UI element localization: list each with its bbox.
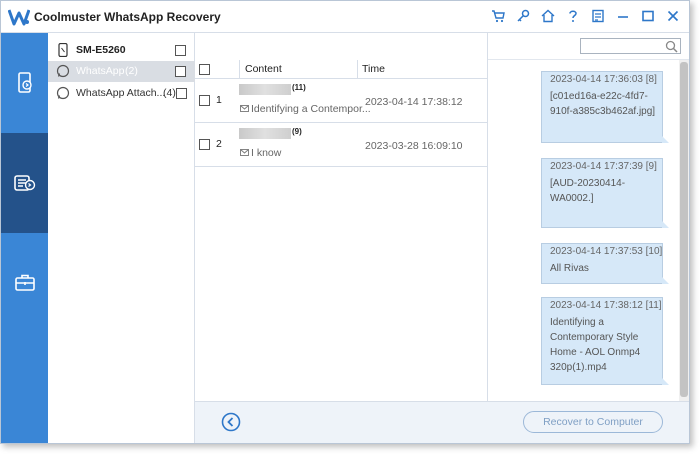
phone-recovery-icon	[17, 72, 32, 93]
tree-item-whatsapp-attachments[interactable]: WhatsApp Attach... (4)	[48, 83, 195, 104]
key-icon[interactable]	[515, 8, 531, 24]
cart-icon[interactable]	[490, 8, 506, 24]
message-bubble: 2023-04-14 17:36:03 [8] [c01ed16a-e22c-4…	[541, 71, 669, 143]
list-header: Content Time	[195, 60, 487, 79]
message-line: Identifying a	[550, 317, 604, 328]
app-title: Coolmuster WhatsApp Recovery	[34, 10, 221, 24]
maximize-icon[interactable]	[640, 8, 656, 24]
header-content[interactable]: Content	[245, 63, 282, 75]
message-timestamp: 2023-04-14 17:37:53	[550, 246, 643, 257]
toolbox-icon	[14, 274, 35, 291]
scrollbar-thumb[interactable]	[680, 62, 688, 397]
contact-name-redacted	[239, 128, 291, 139]
select-all-checkbox[interactable]	[199, 64, 210, 75]
nav-backup-recovery[interactable]	[1, 133, 48, 233]
message-timestamp: 2023-04-14 17:37:39	[550, 161, 643, 172]
search-icon	[665, 40, 678, 53]
category-tree: SM-E5260 WhatsApp (2) WhatsApp Attach...…	[48, 33, 195, 443]
nav-toolbox[interactable]	[1, 233, 48, 333]
tree-device-row[interactable]: SM-E5260	[48, 40, 195, 61]
minimize-icon[interactable]	[615, 8, 631, 24]
message-bubble: 2023-04-14 17:37:53 [10] All Rivas	[541, 243, 669, 284]
recover-to-computer-button[interactable]: Recover to Computer	[523, 411, 663, 433]
tree-item-whatsapp[interactable]: WhatsApp (2)	[48, 61, 195, 82]
message-line: 910f-a385c3b462af.jpg]	[550, 106, 656, 117]
contact-name-redacted	[239, 84, 291, 95]
header-time[interactable]: Time	[362, 63, 385, 75]
whatsapp-icon	[56, 86, 70, 100]
message-snippet: Identifying a Contempor...	[251, 103, 371, 115]
message-line: 320p(1).mp4	[550, 362, 607, 373]
message-index: [8]	[645, 74, 657, 85]
message-line: WA0002.]	[550, 193, 594, 204]
scrollbar[interactable]	[679, 60, 689, 401]
message-bubble: 2023-04-14 17:37:39 [9] [AUD-20230414- W…	[541, 158, 669, 228]
whatsapp-attachments-label: WhatsApp Attach...	[76, 87, 166, 99]
conversation-list: Content Time 1 (11) Identifying a Contem…	[195, 33, 488, 401]
whatsapp-count: (2)	[125, 65, 138, 77]
help-icon[interactable]	[565, 8, 581, 24]
footer-bar: Recover to Computer	[195, 401, 689, 443]
message-index: [9]	[645, 161, 657, 172]
whatsapp-attachments-count: (4)	[163, 87, 176, 99]
message-line: All Rivas	[550, 263, 589, 274]
left-nav	[1, 33, 48, 443]
feedback-icon[interactable]	[590, 8, 606, 24]
envelope-icon	[240, 149, 249, 156]
message-timestamp: 2023-04-14 17:38:12	[550, 300, 643, 311]
message-index: [11]	[645, 300, 662, 311]
envelope-icon	[240, 105, 249, 112]
whatsapp-label: WhatsApp	[76, 65, 125, 77]
row-checkbox[interactable]	[199, 139, 210, 150]
backup-recovery-icon	[13, 175, 35, 191]
message-line: [AUD-20230414-	[550, 178, 626, 189]
whatsapp-checkbox[interactable]	[175, 66, 186, 77]
table-row[interactable]: 2 (9) I know 2023-03-28 16:09:10	[195, 123, 487, 167]
message-index: [10]	[645, 246, 663, 257]
message-count: (11)	[292, 83, 306, 92]
home-icon[interactable]	[540, 8, 556, 24]
message-line: Home - AOL Onmp4	[550, 347, 641, 358]
message-detail-pane: 2023-04-14 17:36:03 [8] [c01ed16a-e22c-4…	[488, 60, 689, 401]
title-bar: Coolmuster WhatsApp Recovery	[1, 1, 689, 33]
app-window: Coolmuster WhatsApp Recovery SM-E5260 Wh…	[0, 0, 690, 444]
message-bubble: 2023-04-14 17:38:12 [11] Identifying a C…	[541, 297, 669, 385]
message-line: [c01ed16a-e22c-4fd7-	[550, 91, 648, 102]
device-checkbox[interactable]	[175, 45, 186, 56]
row-number: 1	[216, 94, 222, 106]
message-snippet: I know	[251, 147, 282, 159]
message-timestamp: 2023-04-14 17:36:03	[550, 74, 643, 85]
row-checkbox[interactable]	[199, 95, 210, 106]
message-line: Contemporary Style	[550, 332, 639, 343]
row-number: 2	[216, 138, 222, 150]
table-row[interactable]: 1 (11) Identifying a Contempor... 2023-0…	[195, 79, 487, 123]
message-time: 2023-04-14 17:38:12	[365, 96, 463, 108]
whatsapp-icon	[56, 64, 70, 78]
search-input[interactable]	[580, 38, 681, 54]
close-icon[interactable]	[665, 8, 681, 24]
message-count: (9)	[292, 127, 302, 136]
phone-icon	[58, 43, 68, 57]
message-time: 2023-03-28 16:09:10	[365, 140, 463, 152]
back-icon[interactable]	[221, 412, 241, 432]
device-name: SM-E5260	[76, 44, 126, 56]
whatsapp-attachments-checkbox[interactable]	[176, 88, 187, 99]
app-logo-icon	[8, 9, 30, 26]
nav-phone-recovery[interactable]	[1, 33, 48, 133]
